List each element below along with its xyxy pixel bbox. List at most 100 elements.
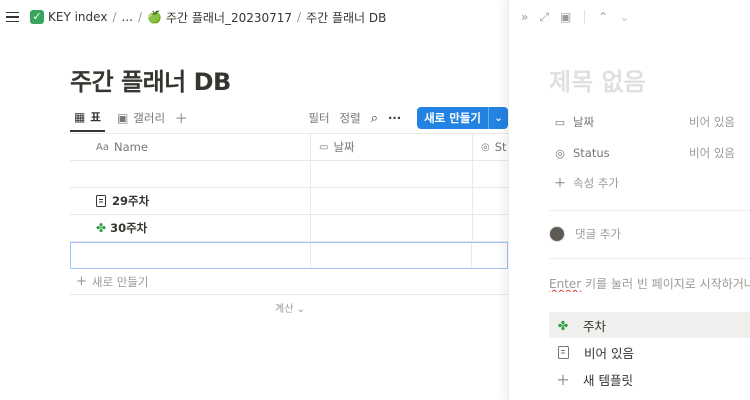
breadcrumb-item-ellipsis[interactable]: ...: [121, 10, 132, 24]
filter-button[interactable]: 필터: [308, 110, 329, 126]
more-icon[interactable]: ···: [388, 111, 401, 125]
row-title: 29주차: [112, 194, 150, 208]
date-cell[interactable]: [311, 161, 473, 187]
tab-label: 표: [90, 110, 101, 124]
divider: [549, 210, 750, 211]
add-property-button[interactable]: + 속성 추가: [553, 173, 750, 193]
search-icon[interactable]: ⌕: [371, 111, 378, 126]
new-button[interactable]: 새로 만들기 ⌄: [417, 107, 508, 129]
tab-table[interactable]: ▦ 표: [70, 104, 105, 132]
page-icon: [96, 195, 106, 207]
chevron-down-icon[interactable]: ⌄: [488, 107, 508, 129]
table-row-selected[interactable]: [70, 242, 508, 269]
chevron-up-icon[interactable]: ⌃: [598, 10, 608, 24]
plus-icon: +: [556, 369, 570, 389]
calculate-button[interactable]: 계산 ⌄: [275, 300, 305, 315]
row-title: 30주차: [110, 221, 148, 235]
plus-icon: +: [554, 175, 566, 191]
date-cell[interactable]: [311, 215, 473, 241]
property-value[interactable]: 비어 있음: [689, 114, 735, 130]
column-label: Name: [113, 140, 148, 154]
template-label: 새 템플릿: [583, 372, 633, 388]
calculate-label: 계산: [275, 304, 294, 315]
expand-icon[interactable]: ⤢: [539, 10, 549, 25]
tab-gallery[interactable]: ▣ 갤러리: [113, 104, 169, 132]
breadcrumb-item-planner[interactable]: 주간 플래너_20230717: [166, 9, 292, 26]
name-cell[interactable]: ✤ 30주차: [70, 215, 311, 241]
name-cell[interactable]: [70, 161, 311, 187]
new-button-label: 새로 만들기: [424, 111, 481, 125]
peek-title-input[interactable]: 제목 없음: [549, 62, 646, 97]
plus-icon: +: [76, 274, 87, 289]
status-icon: ◎: [555, 146, 565, 160]
name-cell[interactable]: 29주차: [70, 188, 311, 214]
sort-button[interactable]: 정렬: [340, 110, 361, 126]
calendar-icon: ▭: [554, 115, 566, 129]
template-label: 주차: [583, 318, 607, 334]
property-status[interactable]: ◎ Status 비어 있음: [553, 143, 750, 163]
status-cell[interactable]: [473, 215, 508, 241]
status-cell[interactable]: [473, 188, 508, 214]
table-header: Aa Name ▭ 날짜 ◎ St: [70, 134, 508, 161]
date-cell[interactable]: [311, 188, 473, 214]
property-value[interactable]: 비어 있음: [689, 145, 735, 161]
add-view-icon[interactable]: +: [175, 109, 188, 127]
breadcrumb-item-db[interactable]: 주간 플래너 DB: [306, 9, 386, 26]
breadcrumb-separator: /: [137, 10, 142, 24]
property-date[interactable]: ▭ 날짜 비어 있음: [553, 112, 750, 132]
page-icon: [558, 345, 569, 359]
comment-input[interactable]: 댓글 추가: [549, 226, 621, 242]
page-title[interactable]: 주간 플래너 DB: [70, 62, 231, 97]
column-label: St: [494, 140, 507, 154]
menu-icon[interactable]: [6, 11, 20, 23]
add-row-button[interactable]: + 새로 만들기: [70, 269, 508, 295]
peek-toolbar: » ⤢ ▣ ⌃ ⌄: [509, 0, 750, 34]
template-item-empty[interactable]: 비어 있음: [549, 339, 750, 365]
add-row-label: 새로 만들기: [91, 274, 149, 289]
column-header-status[interactable]: ◎ St: [473, 134, 508, 160]
clover-icon: ✤: [96, 221, 107, 235]
chevron-down-icon[interactable]: ⌄: [619, 10, 629, 24]
gallery-icon: ▣: [116, 111, 129, 125]
apple-icon: 🍏: [146, 10, 162, 24]
tab-label: 갤러리: [133, 111, 166, 125]
status-cell[interactable]: [472, 243, 507, 268]
status-icon: ◎: [481, 141, 490, 153]
divider: [549, 258, 750, 259]
peek-mode-icon[interactable]: ▣: [560, 10, 571, 24]
column-label: 날짜: [333, 140, 355, 154]
property-label: Status: [573, 146, 610, 160]
view-bar: ▦ 표 ▣ 갤러리 + 필터 정렬 ⌕ ··· 새로 만들기 ⌄: [70, 104, 508, 132]
hint-text: 키를 눌러 빈 페이지로 시작하거나: [581, 277, 750, 291]
clover-icon: ✤: [557, 317, 569, 333]
table-row[interactable]: 29주차: [70, 188, 508, 215]
add-property-label: 속성 추가: [573, 176, 619, 190]
text-type-icon: Aa: [96, 141, 109, 153]
property-label: 날짜: [573, 115, 595, 129]
table-icon: ▦: [74, 110, 86, 124]
name-cell[interactable]: [71, 243, 311, 268]
calendar-icon: ▭: [319, 141, 329, 153]
template-label: 비어 있음: [584, 345, 634, 361]
close-peek-icon[interactable]: »: [521, 10, 528, 24]
chevron-down-icon: ⌄: [296, 304, 305, 315]
status-cell[interactable]: [473, 161, 508, 187]
breadcrumb-separator: /: [112, 10, 117, 24]
divider: [584, 10, 586, 24]
template-item-weekly[interactable]: ✤ 주차: [549, 312, 750, 338]
breadcrumb: ✓ KEY index / ... / 🍏 주간 플래너_20230717 / …: [30, 9, 386, 26]
date-cell[interactable]: [311, 243, 473, 268]
column-header-name[interactable]: Aa Name: [70, 134, 311, 160]
check-icon: ✓: [30, 10, 44, 24]
table-row[interactable]: ✤ 30주차: [70, 215, 508, 242]
hint-key: Enter: [549, 277, 582, 291]
top-bar: ✓ KEY index / ... / 🍏 주간 플래너_20230717 / …: [0, 0, 508, 34]
breadcrumb-item-key-index[interactable]: KEY index: [48, 10, 107, 24]
empty-page-hint: Enter 키를 눌러 빈 페이지로 시작하거나: [549, 275, 750, 292]
database-table: Aa Name ▭ 날짜 ◎ St 29주차 ✤ 30주차 + 새로 만들기: [70, 134, 508, 295]
breadcrumb-separator: /: [297, 10, 302, 24]
table-row[interactable]: [70, 161, 508, 188]
column-header-date[interactable]: ▭ 날짜: [311, 134, 473, 160]
comment-placeholder: 댓글 추가: [575, 227, 621, 241]
template-item-new[interactable]: + 새 템플릿: [549, 366, 750, 392]
